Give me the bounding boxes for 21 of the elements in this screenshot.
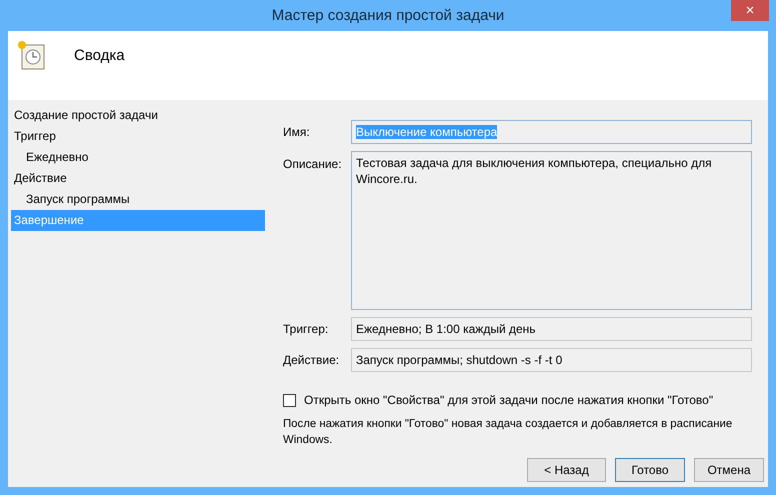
text-field[interactable]: Ежедневно; В 1:00 каждый день [351,317,752,341]
sidebar-item[interactable]: Создание простой задачи [11,105,265,126]
text-field[interactable]: Тестовая задача для выключения компьютера, специально для Wincore.ru. [351,151,752,310]
info-text: После нажатия кнопки "Готово" новая задача создается и добавляется в расписание Windows. [283,417,734,448]
sidebar-item[interactable]: Действие [11,168,265,189]
dialog-button[interactable]: Отмена [694,458,764,482]
checkbox[interactable] [283,394,296,406]
sidebar-item[interactable]: Запуск программы [11,189,265,210]
sidebar-item[interactable]: Триггер [11,126,265,147]
sidebar-item[interactable]: Ежедневно [11,147,265,168]
checkbox-label: Открыть окно "Свойства" для этой задачи после нажатия кнопки "Готово" [304,393,714,407]
dialog-button[interactable]: < Назад [527,458,606,482]
field-label: Описание: [283,156,343,173]
page-title: Сводка [74,47,125,64]
field-label: Имя: [283,124,311,141]
field-label: Действие: [283,352,340,369]
close-button[interactable]: × [731,0,769,21]
text-field[interactable]: Запуск программы; shutdown -s -f -t 0 [351,348,752,372]
window-title: Мастер создания простой задачи [272,7,504,24]
field-label: Триггер: [283,321,330,338]
dialog-button[interactable]: Готово [615,458,685,482]
